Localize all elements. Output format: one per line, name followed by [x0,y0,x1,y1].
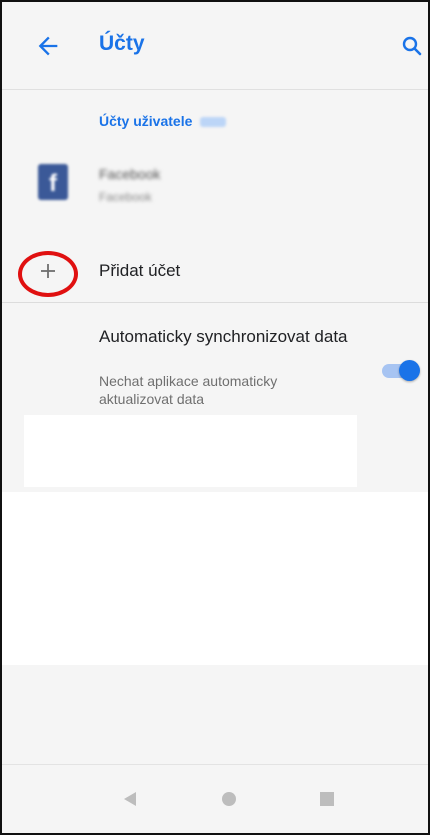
back-button[interactable] [34,32,62,60]
account-type: Facebook [99,190,152,204]
nav-home-circle-icon[interactable] [222,792,236,806]
app-bar: Účty [2,2,428,90]
search-button[interactable] [400,34,424,58]
auto-sync-subtitle: Nechat aplikace automaticky aktualizovat… [99,373,278,407]
phone-screen: Účty Účty uživatele f Facebook Facebook … [0,0,430,835]
account-name: Facebook [99,166,161,182]
auto-sync-setting[interactable]: Automaticky synchronizovat data Nechat a… [2,320,428,416]
search-icon [402,36,422,56]
redacted-area [24,415,357,487]
accounts-section-header: Účty uživatele [99,113,227,129]
add-account-button[interactable]: Přidat účet [2,242,428,302]
plus-icon [41,264,55,278]
add-account-label: Přidat účet [99,261,181,280]
auto-sync-title: Automaticky synchronizovat data [99,327,348,346]
arrow-left-icon [38,36,58,56]
facebook-icon: f [38,164,68,200]
system-nav-bar [2,765,428,833]
auto-sync-toggle[interactable] [380,358,420,382]
nav-recents-square-icon[interactable] [320,792,334,806]
page-title: Účty [99,32,145,55]
nav-back-triangle-icon[interactable] [122,791,138,807]
divider [2,302,428,303]
section-header-text: Účty uživatele [99,113,193,129]
toggle-thumb [399,360,420,381]
section-user-name-redacted [200,117,227,128]
blank-area [2,492,428,665]
account-item-facebook[interactable]: f Facebook Facebook [2,152,428,222]
